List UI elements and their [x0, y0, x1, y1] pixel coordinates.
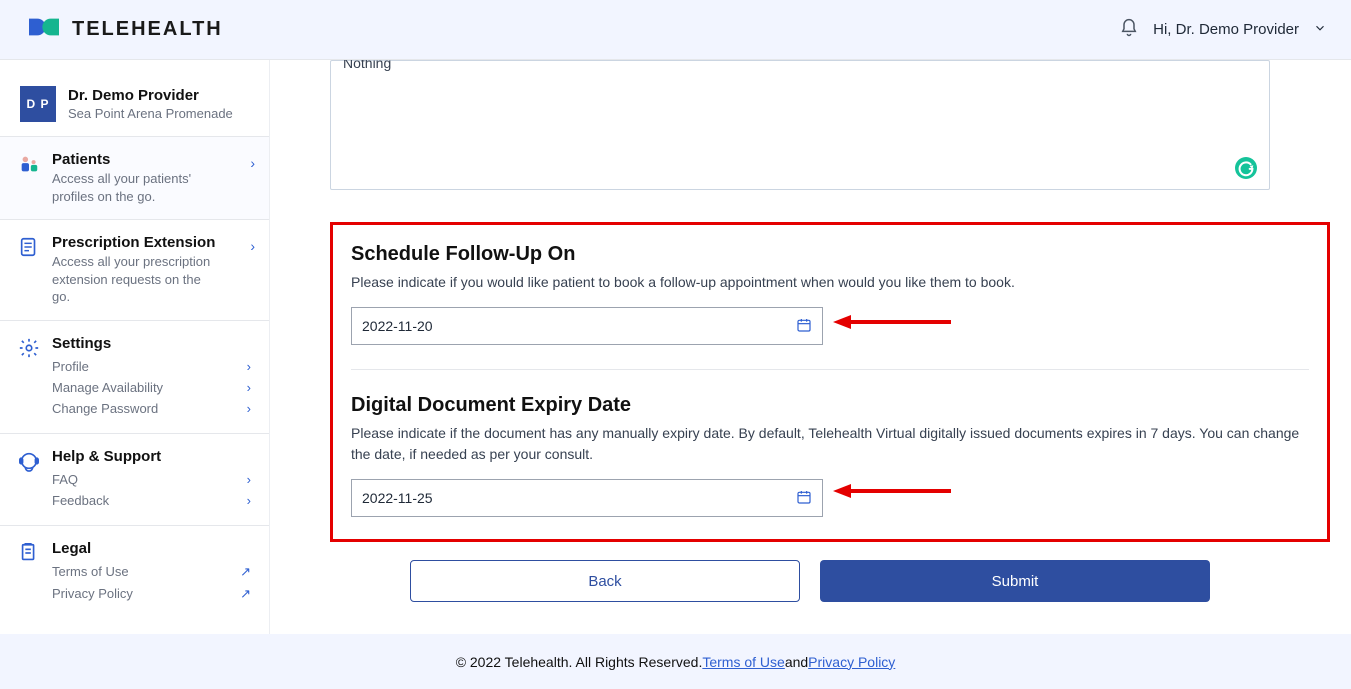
expiry-date-value: 2022-11-25	[362, 490, 433, 506]
sidebar-sub-availability[interactable]: Manage Availability›	[52, 377, 251, 398]
prescription-icon	[18, 236, 40, 306]
sidebar-sub-terms[interactable]: Terms of Use↗	[52, 561, 251, 583]
chevron-right-icon: ›	[247, 401, 251, 416]
sidebar: D P Dr. Demo Provider Sea Point Arena Pr…	[0, 60, 270, 634]
sidebar-sub-privacy[interactable]: Privacy Policy↗	[52, 583, 251, 605]
sidebar-title-settings: Settings	[52, 335, 251, 352]
profile-card[interactable]: D P Dr. Demo Provider Sea Point Arena Pr…	[0, 72, 269, 136]
submit-button[interactable]: Submit	[820, 560, 1210, 602]
legal-icon	[18, 542, 40, 605]
chevron-right-icon: ›	[247, 493, 251, 508]
logo-text: TELEHEALTH	[72, 18, 223, 41]
footer-terms-link[interactable]: Terms of Use	[702, 654, 784, 670]
sidebar-item-help[interactable]: Help & Support FAQ› Feedback›	[0, 433, 269, 525]
calendar-icon[interactable]	[796, 317, 812, 336]
followup-date-value: 2022-11-20	[362, 318, 433, 334]
app-header: TELEHEALTH Hi, Dr. Demo Provider	[0, 0, 1351, 60]
footer-and: and	[785, 654, 808, 670]
followup-desc: Please indicate if you would like patien…	[351, 272, 1309, 293]
grammarly-icon[interactable]	[1235, 157, 1257, 179]
external-link-icon: ↗	[240, 564, 251, 580]
content-area: D P Dr. Demo Provider Sea Point Arena Pr…	[0, 60, 1351, 634]
sidebar-item-settings[interactable]: Settings Profile› Manage Availability› C…	[0, 320, 269, 433]
expiry-date-input[interactable]: 2022-11-25	[351, 479, 823, 517]
notes-textarea[interactable]: Nothing	[330, 60, 1270, 190]
main-panel: Nothing Schedule Follow-Up On Please ind…	[270, 60, 1351, 634]
external-link-icon: ↗	[240, 586, 251, 602]
chevron-right-icon: ›	[247, 472, 251, 487]
followup-title: Schedule Follow-Up On	[351, 243, 1309, 266]
sidebar-item-patients[interactable]: Patients Access all your patients' profi…	[0, 136, 269, 219]
support-icon	[18, 450, 40, 511]
expiry-title: Digital Document Expiry Date	[351, 394, 1309, 417]
arrow-annotation-icon	[833, 315, 953, 329]
sidebar-desc-prescription: Access all your prescription extension r…	[52, 253, 222, 306]
form-actions: Back Submit	[410, 560, 1311, 602]
footer: © 2022 Telehealth. All Rights Reserved. …	[0, 634, 1351, 689]
footer-copyright: © 2022 Telehealth. All Rights Reserved.	[456, 654, 703, 670]
sidebar-desc-patients: Access all your patients' profiles on th…	[52, 170, 222, 205]
avatar: D P	[20, 86, 56, 122]
chevron-right-icon: ›	[247, 359, 251, 374]
notes-value: Nothing	[343, 60, 391, 71]
chevron-right-icon: ›	[250, 238, 255, 254]
sidebar-sub-password[interactable]: Change Password›	[52, 398, 251, 419]
logo[interactable]: TELEHEALTH	[24, 15, 223, 44]
profile-name: Dr. Demo Provider	[68, 87, 233, 104]
bell-icon[interactable]	[1119, 18, 1139, 42]
sidebar-sub-profile[interactable]: Profile›	[52, 356, 251, 377]
expiry-desc: Please indicate if the document has any …	[351, 423, 1309, 465]
chevron-down-icon[interactable]	[1313, 21, 1327, 39]
chevron-right-icon: ›	[250, 155, 255, 171]
highlight-annotation: Schedule Follow-Up On Please indicate if…	[330, 222, 1330, 542]
sidebar-title-legal: Legal	[52, 540, 251, 557]
calendar-icon[interactable]	[796, 489, 812, 508]
sidebar-title-help: Help & Support	[52, 448, 251, 465]
profile-location: Sea Point Arena Promenade	[68, 106, 233, 121]
back-button[interactable]: Back	[410, 560, 800, 602]
arrow-annotation-icon	[833, 484, 953, 498]
header-greeting: Hi, Dr. Demo Provider	[1153, 21, 1299, 38]
sidebar-item-prescription[interactable]: Prescription Extension Access all your p…	[0, 219, 269, 320]
chevron-right-icon: ›	[247, 380, 251, 395]
sidebar-item-legal[interactable]: Legal Terms of Use↗ Privacy Policy↗	[0, 525, 269, 619]
sidebar-sub-feedback[interactable]: Feedback›	[52, 490, 251, 511]
followup-date-input[interactable]: 2022-11-20	[351, 307, 823, 345]
patients-icon	[18, 153, 40, 205]
sidebar-title-patients: Patients	[52, 151, 251, 168]
gear-icon	[18, 337, 40, 419]
logo-icon	[24, 15, 64, 44]
footer-privacy-link[interactable]: Privacy Policy	[808, 654, 895, 670]
sidebar-sub-faq[interactable]: FAQ›	[52, 469, 251, 490]
divider	[351, 369, 1309, 370]
sidebar-title-prescription: Prescription Extension	[52, 234, 251, 251]
header-user-area[interactable]: Hi, Dr. Demo Provider	[1119, 18, 1327, 42]
